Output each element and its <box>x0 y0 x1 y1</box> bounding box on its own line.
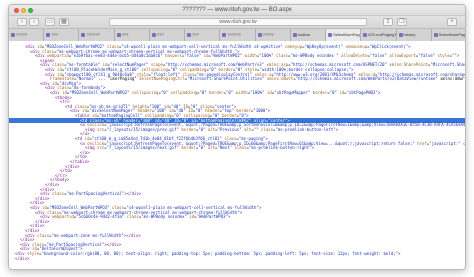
favicon-icon <box>363 33 368 37</box>
share-icon: ⇪ <box>385 19 391 25</box>
favicon-icon <box>433 33 438 37</box>
share-button[interactable]: ⇪ <box>383 18 393 26</box>
tab-label: ?????? <box>227 32 241 37</box>
title-bar: ??????? — www.ntuh.gov.tw — BO.aspx <box>9 5 465 16</box>
new-tab-button[interactable]: + <box>447 18 457 26</box>
favicon-icon <box>292 33 297 37</box>
favicon-icon <box>151 33 156 37</box>
grid-icon: ▦ <box>61 19 67 25</box>
favicon-icon <box>222 33 227 37</box>
tab[interactable]: ??? <box>149 29 186 41</box>
favicon-icon <box>11 33 15 37</box>
favicon-icon <box>398 33 403 37</box>
tab[interactable]: iOS-notPagingTrn <box>361 29 397 41</box>
top-sites-button[interactable]: ▦ <box>59 18 69 26</box>
url-text: www.ntuh.gov.tw <box>219 19 257 25</box>
tab-label: ????? <box>262 32 274 37</box>
favicon-icon <box>328 33 333 37</box>
tab[interactable]: toolbar <box>290 29 327 41</box>
favicon-icon <box>187 33 192 37</box>
address-bar[interactable]: www.ntuh.gov.tw <box>109 18 367 26</box>
toolbar: ‹ › ▭ ▦ www.ntuh.gov.tw ⇪ ❐ + <box>9 16 465 29</box>
tab[interactable]: ????? <box>255 29 291 41</box>
chevron-right-icon: › <box>33 19 35 25</box>
tab[interactable]: SelectNumPagingCtrl?QI <box>326 29 362 41</box>
tab-label: ????? <box>16 32 28 37</box>
tab-bar: ?????????????????????????????????? toolba… <box>9 29 465 41</box>
tab-label: ??? <box>51 32 58 37</box>
plus-icon: + <box>450 19 454 25</box>
favicon-icon <box>116 33 121 37</box>
window-title: ??????? — www.ntuh.gov.tw — BO.aspx <box>182 7 292 13</box>
tab-label: ??? <box>156 32 164 37</box>
tab-label: iOS-notPagingTrn <box>368 32 397 37</box>
browser-window: ??????? — www.ntuh.gov.tw — BO.aspx ‹ › … <box>8 4 466 270</box>
tab-label: SelectNumPagingCtrl?QI <box>333 32 361 37</box>
tab-label: ??? <box>192 32 199 37</box>
source-view[interactable]: <div id="MSOZoneCell_WebPartWPQ2" class=… <box>9 42 465 269</box>
tab[interactable]: ?????? <box>220 29 256 41</box>
tab[interactable]: ????? <box>9 29 45 41</box>
tab[interactable]: ??? <box>44 29 80 41</box>
sidebar-icon: ▭ <box>47 19 53 25</box>
code-line[interactable]: </div> <box>9 256 465 261</box>
tab[interactable]: history <box>396 29 432 41</box>
tabs-icon: ❐ <box>399 19 405 25</box>
tab[interactable]: SelectNumPagingCtrl?QI <box>431 29 466 41</box>
back-button[interactable]: ‹ <box>17 18 27 26</box>
favicon-icon <box>257 33 262 37</box>
tab[interactable]: ?????? <box>79 29 115 41</box>
forward-button[interactable]: › <box>29 18 39 26</box>
sidebar-button[interactable]: ▭ <box>45 18 55 26</box>
tab[interactable]: ??? <box>114 29 150 41</box>
favicon-icon <box>46 33 51 37</box>
tab-label: ??? <box>121 32 129 37</box>
tabs-overview-button[interactable]: ❐ <box>397 18 407 26</box>
tab-label: ?????? <box>86 32 100 37</box>
chevron-left-icon: ‹ <box>21 19 23 25</box>
tab[interactable]: ??? <box>185 29 221 41</box>
tab-label: history <box>403 32 416 37</box>
tab-label: toolbar <box>297 32 311 37</box>
tab-label: SelectNumPagingCtrl?QI <box>438 32 466 37</box>
favicon-icon <box>81 33 86 37</box>
